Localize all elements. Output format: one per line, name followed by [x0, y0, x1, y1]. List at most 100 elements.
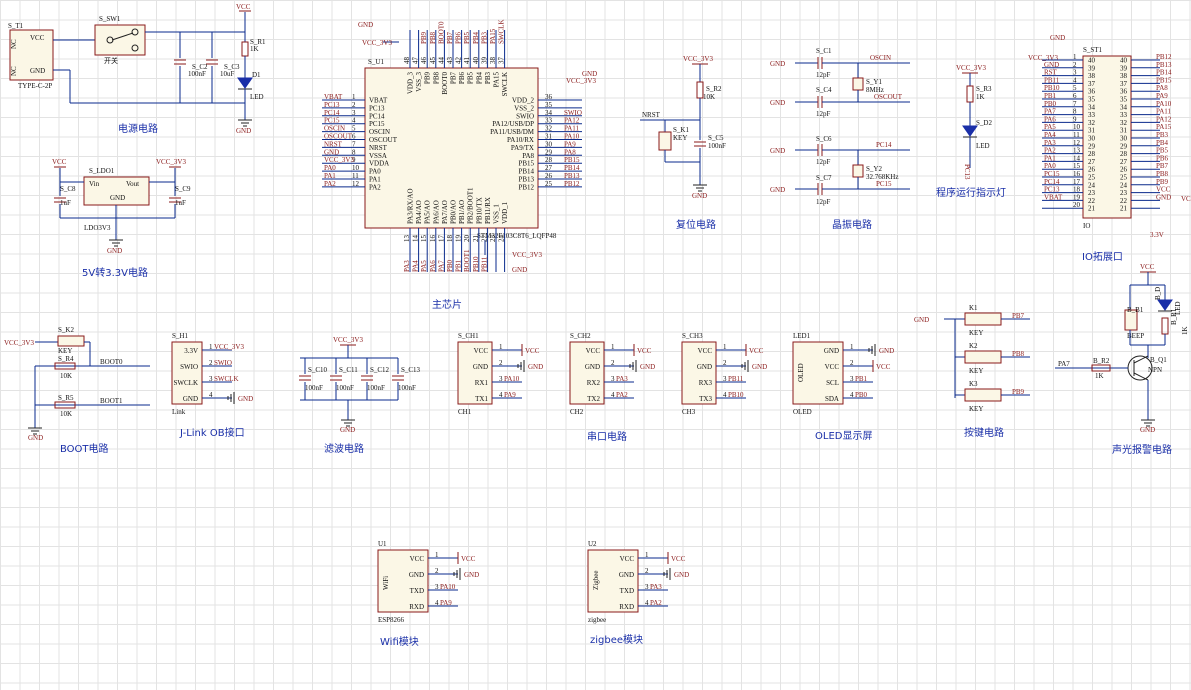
keys-circuit: GND 按键电路 K1 KEY PB7 K2 KEY PB8 K3 KEY PB9 — [914, 304, 1030, 439]
io-inner-left-num: 31 — [1088, 127, 1096, 135]
ldo-vcc-label: VCC — [52, 158, 67, 166]
key-net: PB8 — [1012, 350, 1025, 358]
io-left-net: RST — [1044, 69, 1058, 77]
wifi-module-pin: TXD — [410, 587, 424, 595]
mcu-right-pin-num: 31 — [545, 133, 553, 141]
y2-ref: S_Y2 — [866, 165, 882, 173]
wifi-module-pin: RXD — [409, 603, 424, 611]
filter-cap-ref: S_C12 — [370, 366, 390, 374]
mcu-left-pin-num: 1 — [352, 93, 356, 101]
filter-cap-value: 100nF — [398, 384, 416, 392]
mcu-top-pin-name: VDD_3 — [407, 72, 415, 95]
r5-value: 10K — [60, 410, 72, 418]
alarm-title: 声光报警电路 — [1112, 443, 1172, 456]
mcu-right-pin-num: 25 — [545, 180, 553, 188]
mcu-right-net: PA9 — [564, 140, 576, 148]
uart-header-1-pin: VCC — [474, 347, 489, 355]
mcu-top-pin-num: 43 — [446, 57, 454, 65]
mcu-top-pin-num: 40 — [472, 57, 480, 65]
led-33-label: VCC_3V3 — [956, 64, 986, 72]
c3-value: 10uF — [220, 70, 235, 78]
oled-header-pin-num: 4 — [850, 391, 854, 399]
jlink-header-pin: SWIO — [180, 363, 198, 371]
wifi-title: Wifi模块 — [380, 636, 419, 648]
wifi-module-net: VCC — [461, 555, 476, 563]
mcu-left-pin-num: 12 — [352, 180, 360, 188]
mcu-top-net: PB4 — [472, 31, 480, 44]
io-right-num: 35 — [1120, 96, 1128, 104]
uart-header-2-net: VCC — [637, 347, 652, 355]
io-right-num: 27 — [1120, 158, 1128, 166]
wifi-module-pin: VCC — [410, 555, 425, 563]
io-inner-left-num: 24 — [1088, 181, 1096, 189]
oled-header-pin: VCC — [825, 363, 840, 371]
mcu-top-pin-name: PB9 — [424, 72, 432, 85]
uart-header-1-pin-num: 3 — [499, 375, 503, 383]
filter-cap-value: 100nF — [336, 384, 354, 392]
crystal-32k — [852, 164, 864, 178]
zigbee-module-side-label: Zigbee — [592, 571, 600, 590]
mcu-top-pin-num: 45 — [429, 57, 437, 65]
crystal-title: 晶振电路 — [832, 218, 872, 231]
mcu-right-net: PB14 — [564, 164, 580, 172]
io-right-net: PA15 — [1156, 123, 1172, 131]
alarm-r1-value: 1K — [1181, 326, 1189, 335]
k1-value: KEY — [673, 134, 687, 142]
io-right-net: VCC — [1156, 186, 1171, 194]
uart-header-2: S_CH2 CH2 VCC 1 VCC GND 2 GND RX2 3 PA3 TX2 4 PA2 — [569, 332, 655, 416]
mcu-bottom-net: PB0 — [446, 259, 454, 272]
zigbee-title: zigbee模块 — [590, 634, 643, 646]
mcu-right-pin-num: 29 — [545, 148, 553, 156]
io-part: IO — [1083, 222, 1090, 230]
io-right-num: 31 — [1120, 127, 1128, 135]
zigbee-module-pin-num: 3 — [645, 583, 649, 591]
io-inner-left-num: 35 — [1088, 96, 1096, 104]
oled-header-pin: GND — [824, 347, 839, 355]
c5-ref: S_C5 — [708, 134, 724, 142]
mcu-left-net: PC15 — [324, 117, 340, 125]
oled-header-side-label: OLED — [797, 363, 805, 382]
uart-header-3-pin-num: 4 — [723, 391, 727, 399]
q-r2-value: 1K — [1095, 372, 1104, 380]
keys-gnd-label: GND — [914, 316, 929, 324]
mcu-right-net: PB13 — [564, 172, 580, 180]
mcu-bottom-pin-name: PB2/BOOT1 — [467, 187, 475, 224]
mcu-bottom-net: PA5 — [420, 260, 428, 272]
q-r2-ref: B_R2 — [1093, 357, 1110, 365]
io-right-net: PB9 — [1156, 178, 1169, 186]
io-right-net: PA9 — [1156, 92, 1168, 100]
mcu-top-net: PB8 — [429, 31, 437, 44]
io-right-net: PB14 — [1156, 69, 1172, 77]
mcu-bottom-pin-num: 19 — [455, 235, 463, 243]
led-pc13-label: PC13 — [963, 164, 971, 180]
filter-circuit: VCC_3V3 GND S_C10 100nF S_C11 100nF S_C12 100… — [299, 336, 421, 455]
reset-gnd-label: GND — [692, 192, 707, 200]
io-inner-left-num: 30 — [1088, 135, 1096, 143]
key-2: K2 KEY PB8 — [955, 342, 1030, 375]
mcu-left-pin-num: 4 — [352, 117, 356, 125]
uart-header-2-pin: TX2 — [587, 395, 600, 403]
wifi-module: U1 ESP8266 WiFi VCC 1 VCC GND 2 GND TXD 3 PA10 RXD 4 P… — [377, 540, 479, 624]
io-inner-left-num: 26 — [1088, 166, 1096, 174]
oled-header-pin: SCL — [826, 379, 839, 387]
io-left-num: 20 — [1073, 201, 1081, 209]
alarm-vcc-label: VCC — [1140, 263, 1155, 271]
mcu-bottom-pin-name: PB11/RX — [484, 197, 492, 224]
mcu-left-pin-name: VBAT — [369, 97, 388, 105]
io-right-num: 28 — [1120, 150, 1128, 158]
zigbee-module: U2 zigbee Zigbee VCC 1 VCC GND 2 GND TXD 3 PA3 RXD 4 P… — [587, 540, 689, 624]
io-left-net: PC14 — [1044, 178, 1060, 186]
uart-header-3-net: VCC — [749, 347, 764, 355]
c9-ref: S_C9 — [175, 185, 191, 193]
power-title: 电源电路 — [118, 122, 158, 135]
mcu-left-pin-name: PA0 — [369, 168, 381, 176]
mcu-bottom-pin-name: VSS_1 — [493, 204, 501, 224]
wifi-module-pin-num: 4 — [435, 599, 439, 607]
mcu-bottom-pin-num: 16 — [429, 235, 437, 243]
mcu-bottom-pin-num: 17 — [437, 235, 445, 243]
uart-header-1-net: VCC — [525, 347, 540, 355]
r4-value: 10K — [60, 372, 72, 380]
mcu-top-pin-name: PA15 — [493, 72, 501, 88]
boot1-label: BOOT1 — [100, 397, 123, 405]
d2-ref: S_D2 — [976, 119, 992, 127]
